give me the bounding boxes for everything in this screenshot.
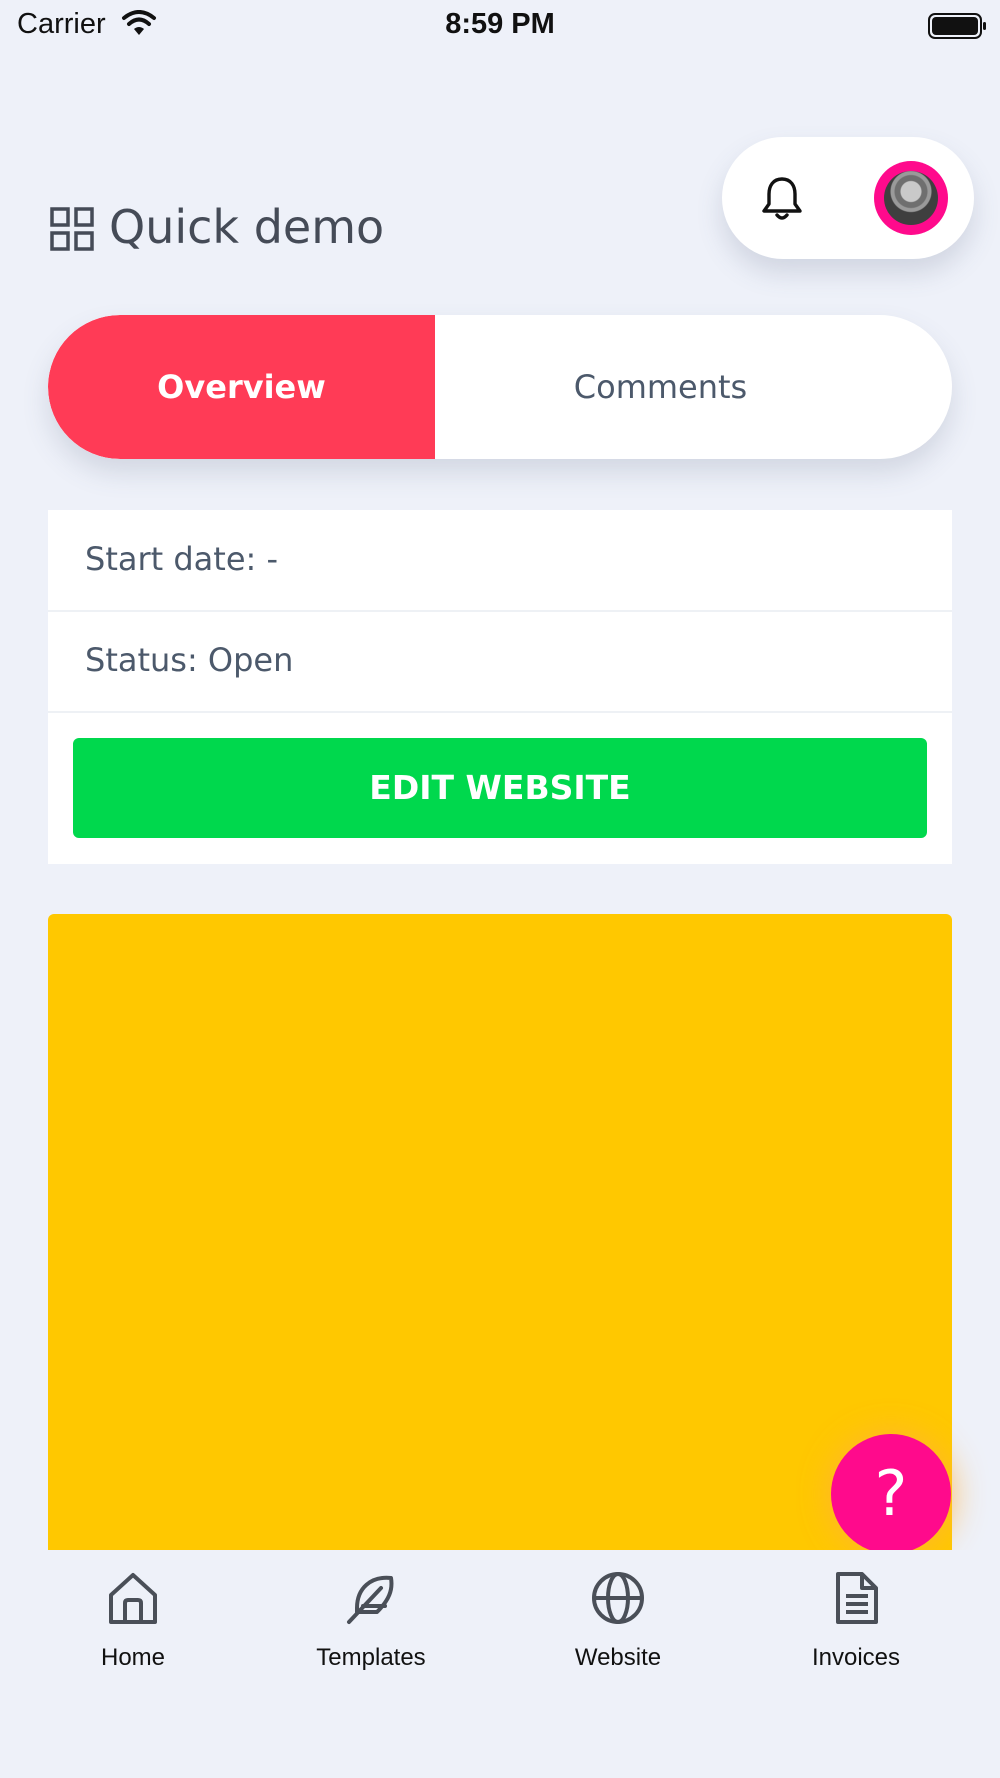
- help-button[interactable]: ?: [831, 1434, 951, 1554]
- tab-switcher: Overview Comments: [48, 315, 952, 459]
- document-icon: [836, 1572, 878, 1624]
- bell-icon[interactable]: [757, 173, 807, 223]
- nav-templates-label: Templates: [316, 1644, 426, 1671]
- bottom-nav: Home Templates Website Invoices: [0, 1550, 1000, 1778]
- status-bar: Carrier 8:59 PM: [0, 0, 1000, 52]
- tab-comments[interactable]: Comments: [435, 315, 886, 459]
- grid-icon: [50, 207, 94, 251]
- start-date-row: Start date: -: [48, 510, 952, 612]
- nav-invoices-label: Invoices: [811, 1644, 901, 1671]
- page-title: Quick demo: [109, 200, 385, 254]
- nav-invoices[interactable]: Invoices: [756, 1570, 956, 1680]
- nav-website-label: Website: [574, 1644, 662, 1671]
- globe-icon: [592, 1572, 644, 1624]
- tab-overview[interactable]: Overview: [48, 315, 435, 459]
- nav-templates[interactable]: Templates: [271, 1570, 471, 1680]
- status-time: 8:59 PM: [445, 8, 555, 40]
- nav-website[interactable]: Website: [518, 1570, 718, 1680]
- preview-panel: [48, 914, 952, 1614]
- avatar-photo: [884, 171, 938, 225]
- details-card: Start date: - Status: Open EDIT WEBSITE: [48, 510, 952, 864]
- start-date-text: Start date: -: [85, 540, 278, 578]
- status-text: Status: Open: [85, 641, 294, 679]
- battery-icon: [928, 13, 986, 39]
- nav-home[interactable]: Home: [33, 1570, 233, 1680]
- user-avatar[interactable]: [874, 161, 948, 235]
- status-row: Status: Open: [48, 611, 952, 713]
- nav-home-label: Home: [100, 1644, 166, 1671]
- edit-website-button[interactable]: EDIT WEBSITE: [73, 738, 927, 838]
- feather-icon: [347, 1575, 394, 1624]
- home-icon: [109, 1573, 157, 1624]
